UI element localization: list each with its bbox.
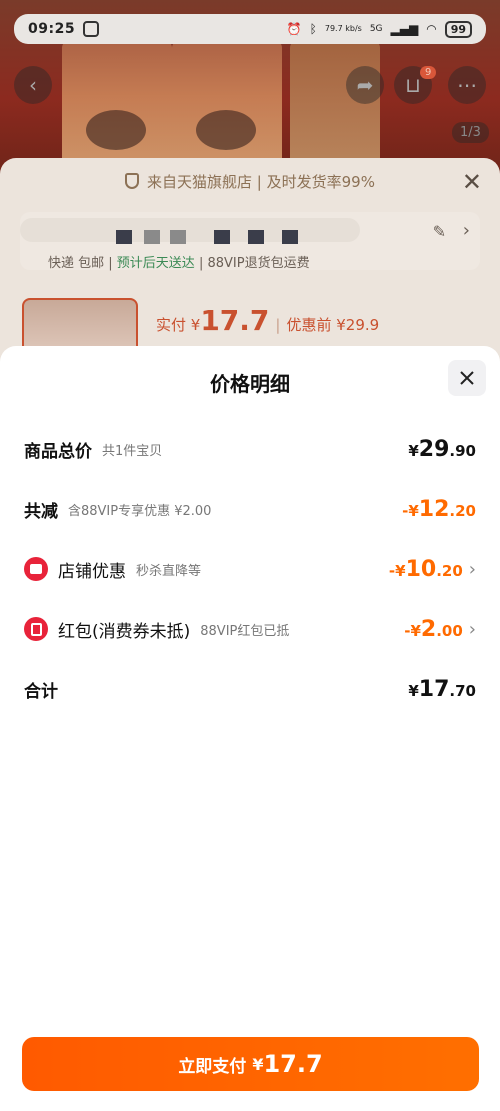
red-packet-label: 红包(消费券未抵) xyxy=(58,621,191,642)
pay-amount: 17.7 xyxy=(263,1050,323,1078)
amount-integer: 12 xyxy=(418,496,450,522)
sum-label: 合计 xyxy=(24,681,58,702)
total-reduced-amount: -¥ 12.20 xyxy=(402,497,476,522)
currency-symbol: -¥ xyxy=(388,561,406,580)
address-card[interactable]: ✎ › 快递 包邮 | 预计后天送达 | 88VIP退货包运费 xyxy=(20,212,480,271)
price-detail-modal: 价格明细 商品总价 共1件宝贝 ¥29.90 共减 含88VIP专享优惠 ¥2.… xyxy=(0,346,500,1111)
back-arrow-icon: ‹ xyxy=(29,73,37,97)
share-icon: ➦ xyxy=(356,73,374,97)
redacted-block xyxy=(170,230,186,244)
image-counter: 1/3 xyxy=(452,122,489,143)
address-bar xyxy=(20,218,360,242)
pay-now-label: 立即支付 xyxy=(178,1056,247,1077)
amount-integer: 29 xyxy=(418,436,450,462)
net-speed: 79.7 kb/s xyxy=(324,24,362,33)
currency-symbol: -¥ xyxy=(404,621,421,640)
currency-symbol: ¥ xyxy=(408,441,419,460)
status-time: 09:25 xyxy=(28,21,76,37)
total-price-label: 商品总价 xyxy=(24,441,92,462)
redacted-block xyxy=(144,230,160,244)
total-reduced-label: 共减 xyxy=(24,501,58,522)
network-type: 5G xyxy=(369,24,383,34)
sheet-close-icon[interactable]: ✕ xyxy=(462,168,482,196)
chevron-right-icon: › xyxy=(468,558,476,580)
amount-decimal: .00 xyxy=(436,621,463,640)
product-mascot xyxy=(86,110,146,150)
sum-row: 合计 ¥17.70 xyxy=(24,674,476,704)
currency-symbol: -¥ xyxy=(402,501,419,520)
cart-icon: ⊔ xyxy=(405,73,421,97)
amount-integer: 10 xyxy=(405,556,437,582)
paid-value: 17.7 xyxy=(200,304,270,337)
redacted-block xyxy=(282,230,298,244)
amount-integer: 2 xyxy=(420,616,437,642)
before-discount-price: 优惠前 ¥29.9 xyxy=(286,316,380,334)
delivery-method: 快递 包邮 xyxy=(48,256,105,271)
store-banner-text: 来自天猫旗舰店 | 及时发货率99% xyxy=(147,172,375,191)
total-price-row: 商品总价 共1件宝贝 ¥29.90 xyxy=(24,434,476,464)
shop-icon xyxy=(24,557,48,581)
wifi-icon: ◠ xyxy=(426,22,437,36)
chevron-right-icon: › xyxy=(468,618,476,640)
bluetooth-icon: ᛒ xyxy=(309,22,317,36)
shop-discount-amount: -¥ 10.20 xyxy=(389,557,463,582)
paid-price: 实付 ¥17.7 | 优惠前 ¥29.9 xyxy=(156,304,380,337)
total-price-sub: 共1件宝贝 xyxy=(102,443,163,459)
modal-title: 价格明细 xyxy=(210,372,290,396)
close-button[interactable] xyxy=(448,360,486,396)
alarm-icon: ⏰ xyxy=(286,22,302,36)
more-icon: ⋯ xyxy=(457,73,477,97)
redacted-block xyxy=(116,230,132,244)
delivery-info: 快递 包邮 | 预计后天送达 | 88VIP退货包运费 xyxy=(48,256,310,271)
return-shipping-note: 88VIP退货包运费 xyxy=(207,256,310,271)
amount-decimal: .20 xyxy=(449,501,476,520)
more-button[interactable]: ⋯ xyxy=(448,66,486,104)
sum-amount: ¥17.70 xyxy=(408,677,476,702)
currency-symbol: ¥ xyxy=(408,681,419,700)
cart-count-badge: 9 xyxy=(420,66,437,79)
amount-decimal: .70 xyxy=(449,681,476,700)
store-banner: 来自天猫旗舰店 | 及时发货率99% xyxy=(0,158,500,204)
total-price-amount: ¥29.90 xyxy=(408,437,476,462)
back-button[interactable]: ‹ xyxy=(14,66,52,104)
redacted-block xyxy=(248,230,264,244)
currency-symbol: ¥ xyxy=(252,1054,264,1074)
share-button[interactable]: ➦ xyxy=(346,66,384,104)
red-packet-icon xyxy=(24,617,48,641)
shop-discount-sub: 秒杀直降等 xyxy=(136,563,202,579)
close-icon xyxy=(460,371,474,385)
shop-discount-label: 店铺优惠 xyxy=(58,561,126,582)
product-mascot xyxy=(196,110,256,150)
signal-icon: ▂▄▆ xyxy=(390,22,419,36)
delivery-eta: 预计后天送达 xyxy=(116,256,195,271)
total-reduced-row: 共减 含88VIP专享优惠 ¥2.00 -¥ 12.20 xyxy=(24,494,476,524)
red-packet-sub: 88VIP红包已抵 xyxy=(200,623,290,639)
shop-discount-row[interactable]: 店铺优惠 秒杀直降等 -¥ 10.20 › xyxy=(24,554,476,584)
red-packet-amount: -¥ 2.00 xyxy=(404,617,463,642)
paid-label: 实付 ¥ xyxy=(156,316,201,334)
pay-now-button[interactable]: 立即支付 ¥ 17.7 xyxy=(22,1037,479,1091)
amount-integer: 17 xyxy=(418,676,450,702)
red-packet-row[interactable]: 红包(消费券未抵) 88VIP红包已抵 -¥ 2.00 › xyxy=(24,614,476,644)
battery-indicator: 99 xyxy=(444,20,472,38)
edit-icon[interactable]: ✎ xyxy=(433,222,446,241)
app-notification-icon xyxy=(83,21,100,37)
status-bar: 09:25 ⏰ ᛒ 79.7 kb/s 5G ▂▄▆ ◠ 99 xyxy=(14,14,486,44)
chevron-right-icon: › xyxy=(462,220,470,241)
amount-decimal: .90 xyxy=(449,441,476,460)
amount-decimal: .20 xyxy=(436,561,463,580)
total-reduced-sub: 含88VIP专享优惠 ¥2.00 xyxy=(68,503,212,519)
shield-icon xyxy=(125,173,140,189)
redacted-block xyxy=(214,230,230,244)
